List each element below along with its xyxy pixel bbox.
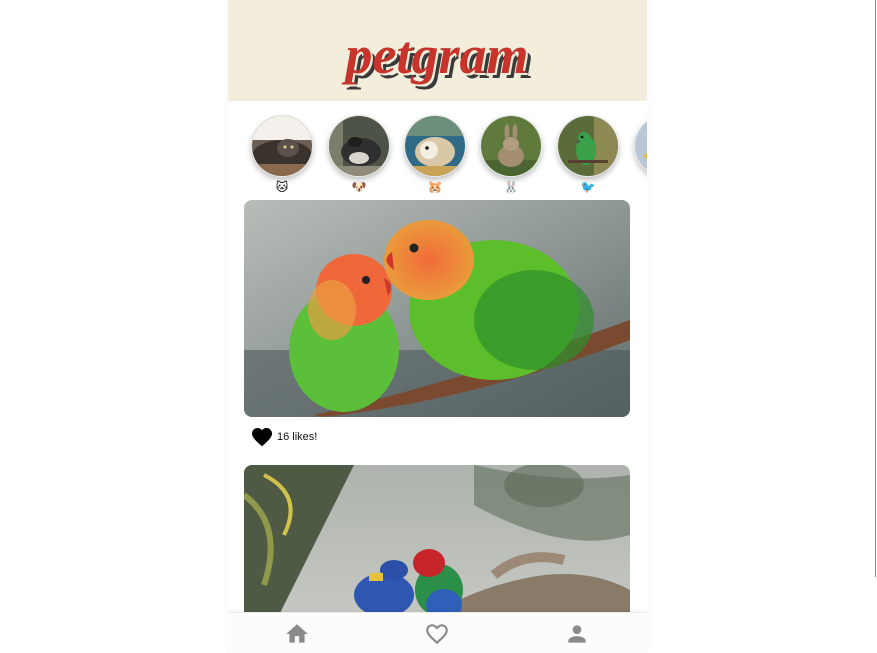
post-likes: 16 likes!	[250, 425, 317, 449]
story-avatar	[251, 115, 313, 177]
user-icon[interactable]	[564, 621, 590, 647]
logo-text: petgram	[342, 25, 529, 85]
app-header: petgram petgram petgram	[228, 0, 647, 101]
story-cats[interactable]: 🐱	[251, 115, 313, 195]
page-scrollbar[interactable]	[875, 0, 876, 577]
bottom-nav	[228, 612, 647, 653]
petgram-logo[interactable]: petgram petgram petgram	[228, 24, 647, 94]
petgram-app: petgram petgram petgram 🐱 🐶 🐹 🐰 🐦 16 lik…	[228, 0, 647, 653]
hamster-face-icon: 🐹	[427, 180, 443, 194]
rabbit-face-icon: 🐰	[503, 180, 519, 194]
story-avatar	[404, 115, 466, 177]
story-hamsters[interactable]: 🐹	[404, 115, 466, 195]
likes-count: 16 likes!	[277, 431, 318, 443]
story-rabbits[interactable]: 🐰	[480, 115, 542, 195]
post-photo-macaws[interactable]	[244, 465, 630, 625]
heart-outline-icon[interactable]	[424, 621, 450, 647]
bird-icon: 🐦	[580, 180, 596, 194]
story-birds[interactable]: 🐦	[557, 115, 619, 195]
heart-icon[interactable]	[250, 425, 274, 449]
story-avatar	[557, 115, 619, 177]
home-icon[interactable]	[284, 621, 310, 647]
category-stories: 🐱 🐶 🐹 🐰 🐦	[228, 101, 647, 197]
post-photo-lovebirds[interactable]	[244, 200, 630, 417]
story-avatar	[634, 115, 647, 177]
story-partial[interactable]	[634, 115, 647, 195]
cat-face-icon: 🐱	[275, 180, 289, 194]
dog-face-icon: 🐶	[351, 180, 367, 194]
story-avatar	[480, 115, 542, 177]
story-dogs[interactable]: 🐶	[328, 115, 390, 195]
story-avatar	[328, 115, 390, 177]
